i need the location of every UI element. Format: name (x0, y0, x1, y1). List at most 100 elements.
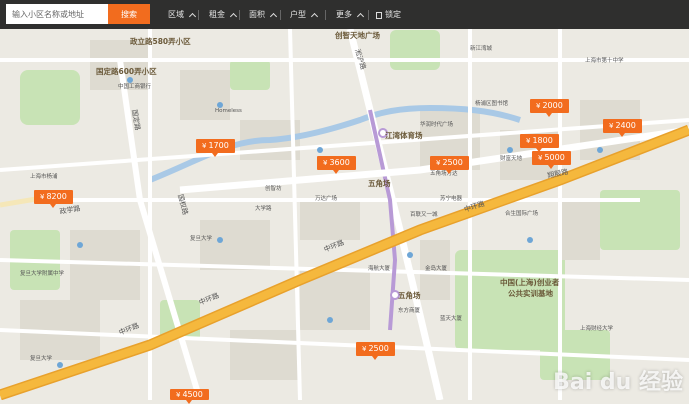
poi-dot (597, 147, 603, 153)
lock-label: 锁定 (385, 10, 401, 19)
filter-area[interactable]: 面积 (249, 8, 278, 22)
price-pin[interactable]: ¥2500 (356, 342, 395, 360)
label-area2: 国定路600弄小区 (96, 66, 157, 76)
poi-dot (57, 362, 63, 368)
map-background: 政立路580弄小区 国定路600弄小区 创智天地广场 江湾体育场 五角场 五角场… (0, 0, 689, 401)
label-q: 复旦大学附属中学 (20, 269, 65, 277)
search-input[interactable] (6, 4, 108, 24)
chevron-up-icon (356, 12, 365, 21)
block (200, 220, 270, 270)
divider (198, 10, 199, 20)
filter-layout[interactable]: 户型 (290, 8, 319, 22)
divider (368, 10, 369, 20)
label-cy-park: 中国(上海)创业者 (500, 277, 560, 287)
label-wujiaochang: 五角场 (368, 178, 391, 188)
lock-icon (376, 11, 382, 19)
price-value: 5000 (544, 153, 565, 162)
poi-dot (127, 77, 133, 83)
chevron-up-icon (310, 12, 319, 21)
label-f: 东方商厦 (398, 306, 421, 314)
poi-dot (317, 147, 323, 153)
park-area (390, 30, 440, 70)
park-area (230, 60, 270, 90)
filter-layout-label: 户型 (290, 10, 306, 19)
currency-symbol: ¥ (323, 159, 328, 167)
search-button[interactable]: 搜索 (108, 4, 150, 24)
price-value: 3600 (329, 158, 350, 167)
label-c: 大学路 (255, 204, 272, 212)
price-value: 4500 (182, 390, 203, 399)
price-value: 1800 (532, 136, 553, 145)
block (560, 200, 600, 260)
poi-dot (527, 237, 533, 243)
poi-dot (217, 237, 223, 243)
price-pin[interactable]: ¥1800 (520, 134, 559, 152)
price-pin[interactable]: ¥2500 (430, 156, 469, 174)
label-h: 华润时代广场 (420, 120, 454, 128)
label-area1: 政立路580弄小区 (130, 36, 191, 46)
label-b: 复旦大学 (190, 234, 213, 242)
lock-button[interactable]: 锁定 (376, 8, 401, 22)
filter-rent[interactable]: 租金 (209, 8, 238, 22)
label-baike: 百联又一城 (410, 210, 438, 218)
filter-area-label: 面积 (249, 10, 265, 19)
label-wujiaochang2: 五角场 (398, 290, 421, 300)
poi-dot (407, 252, 413, 258)
price-value: 2000 (542, 101, 563, 110)
watermark: Bai du 经验 (553, 370, 683, 395)
label-wanda: 万达广场 (315, 194, 338, 202)
chevron-up-icon (269, 12, 278, 21)
poi-dot (327, 317, 333, 323)
label-e: 新江湾城 (470, 44, 493, 52)
label-a: 上海市杨浦 (30, 172, 58, 180)
price-pin[interactable]: ¥1700 (196, 139, 235, 157)
park-area (20, 70, 80, 125)
divider (325, 10, 326, 20)
block (300, 200, 360, 240)
label-j: 杨浦区图书馆 (475, 99, 509, 107)
currency-symbol: ¥ (176, 391, 181, 399)
currency-symbol: ¥ (609, 122, 614, 130)
label-p: 蓝天大厦 (440, 314, 463, 322)
divider (280, 10, 281, 20)
divider (239, 10, 240, 20)
label-k: 财富天地 (500, 154, 523, 162)
label-r: 上海财经大学 (580, 324, 614, 332)
label-d: 创智坊 (265, 184, 282, 192)
currency-symbol: ¥ (362, 345, 367, 353)
currency-symbol: ¥ (526, 137, 531, 145)
label-l: 五角场万达 (430, 169, 458, 177)
filter-more-label: 更多 (336, 10, 352, 19)
price-pin[interactable]: ¥3600 (317, 156, 356, 174)
price-pin[interactable]: ¥2000 (530, 99, 569, 117)
price-pin[interactable]: ¥5000 (532, 151, 571, 169)
price-pin[interactable]: ¥4500 (170, 389, 209, 404)
poi-dot (77, 242, 83, 248)
filter-rent-label: 租金 (209, 10, 225, 19)
price-pin[interactable]: ¥8200 (34, 190, 73, 208)
filter-region-label: 区域 (168, 10, 184, 19)
price-value: 8200 (46, 192, 67, 201)
label-i: 上海市第十中学 (585, 56, 624, 64)
label-hotel: Homeless (215, 108, 242, 114)
label-g: 合生国际广场 (505, 209, 539, 217)
label-plaza2: 江湾体育场 (385, 130, 423, 140)
block (230, 330, 300, 380)
label-cy-park2: 公共实训基地 (508, 288, 553, 298)
map-canvas[interactable]: 政立路580弄小区 国定路600弄小区 创智天地广场 江湾体育场 五角场 五角场… (0, 0, 689, 401)
label-plaza1: 创智天地广场 (334, 30, 380, 40)
currency-symbol: ¥ (538, 154, 543, 162)
poi-dot (507, 147, 513, 153)
label-n: 海航大厦 (368, 264, 391, 272)
price-pin[interactable]: ¥2400 (603, 119, 642, 137)
filter-region[interactable]: 区域 (168, 8, 197, 22)
label-m: 苏宁电器 (440, 194, 463, 202)
price-value: 2400 (615, 121, 636, 130)
price-value: 1700 (208, 141, 229, 150)
label-bank: 中国工商银行 (118, 82, 152, 90)
currency-symbol: ¥ (536, 102, 541, 110)
label-fudan: 复旦大学 (30, 354, 53, 362)
filter-more[interactable]: 更多 (336, 8, 365, 22)
chevron-up-icon (229, 12, 238, 21)
currency-symbol: ¥ (202, 142, 207, 150)
